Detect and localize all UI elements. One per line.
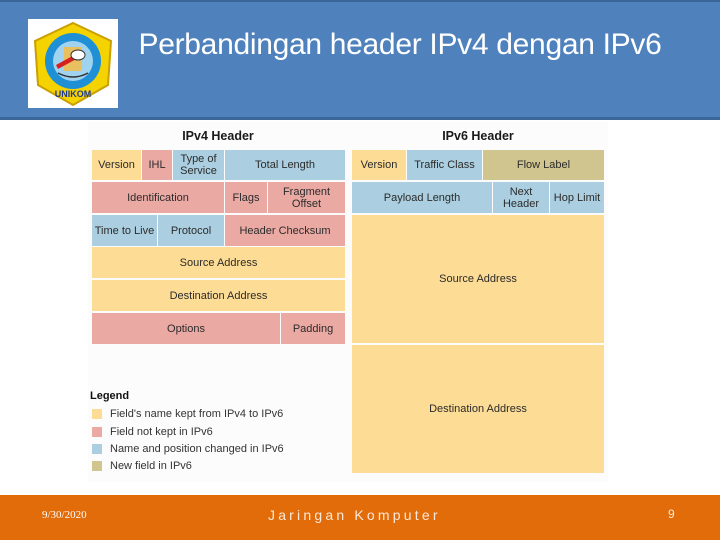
ipv4-field-destination-address: Destination Address xyxy=(92,280,345,311)
ipv4-field-identification: Identification xyxy=(92,182,224,213)
ipv6-field-next-header: Next Header xyxy=(493,182,549,213)
legend-label: Field's name kept from IPv4 to IPv6 xyxy=(110,408,284,420)
legend-label: Name and position changed in IPv6 xyxy=(110,443,284,455)
ipv4-field-header-checksum: Header Checksum xyxy=(225,215,345,246)
ipv4-field-padding: Padding xyxy=(281,313,345,344)
ipv6-field-source-address: Source Address xyxy=(352,215,604,343)
ipv6-field-flow-label: Flow Label xyxy=(483,150,604,180)
legend-swatch-kept xyxy=(92,409,102,419)
ipv6-field-payload-length: Payload Length xyxy=(352,182,492,213)
ipv4-field-total-length: Total Length xyxy=(225,150,345,180)
legend-item-kept: Field's name kept from IPv4 to IPv6 xyxy=(92,407,283,421)
legend-item-not-kept: Field not kept in IPv6 xyxy=(92,425,213,439)
legend-swatch-new xyxy=(92,461,102,471)
ipv4-field-ihl: IHL xyxy=(142,150,172,180)
ipv4-field-fragment-offset: Fragment Offset xyxy=(268,182,345,213)
legend-swatch-changed xyxy=(92,444,102,454)
ipv4-field-type-of-service: Type of Service xyxy=(173,150,224,180)
ipv6-field-traffic-class: Traffic Class xyxy=(407,150,482,180)
footer-page-number: 9 xyxy=(668,507,675,521)
university-emblem-icon: UNIKOM xyxy=(33,21,113,107)
footer-date: 9/30/2020 xyxy=(42,509,87,521)
footer-course-name: Jaringan Komputer xyxy=(268,507,441,523)
slide-footer: 9/30/2020 Jaringan Komputer 9 xyxy=(0,495,720,540)
slide-header: UNIKOM Perbandingan header IPv4 dengan I… xyxy=(0,0,720,120)
legend-item-new: New field in IPv6 xyxy=(92,459,192,473)
ipv4-field-flags: Flags xyxy=(225,182,267,213)
svg-text:UNIKOM: UNIKOM xyxy=(55,89,92,99)
legend-item-changed: Name and position changed in IPv6 xyxy=(92,442,284,456)
ipv4-header-title: IPv4 Header xyxy=(182,129,254,143)
unikom-logo: UNIKOM xyxy=(28,19,118,108)
ipv4-field-protocol: Protocol xyxy=(158,215,224,246)
ipv4-field-options: Options xyxy=(92,313,280,344)
ipv6-field-destination-address: Destination Address xyxy=(352,345,604,473)
legend-swatch-not-kept xyxy=(92,427,102,437)
ipv6-field-hop-limit: Hop Limit xyxy=(550,182,604,213)
legend-label: Field not kept in IPv6 xyxy=(110,426,213,438)
ipv4-field-version: Version xyxy=(92,150,141,180)
slide-title: Perbandingan header IPv4 dengan IPv6 xyxy=(138,28,662,61)
ipv6-field-version: Version xyxy=(352,150,406,180)
ipv4-field-time-to-live: Time to Live xyxy=(92,215,157,246)
legend-label: New field in IPv6 xyxy=(110,460,192,472)
ipv6-header-title: IPv6 Header xyxy=(442,129,514,143)
ipv4-field-source-address: Source Address xyxy=(92,247,345,278)
legend-title: Legend xyxy=(90,390,130,402)
